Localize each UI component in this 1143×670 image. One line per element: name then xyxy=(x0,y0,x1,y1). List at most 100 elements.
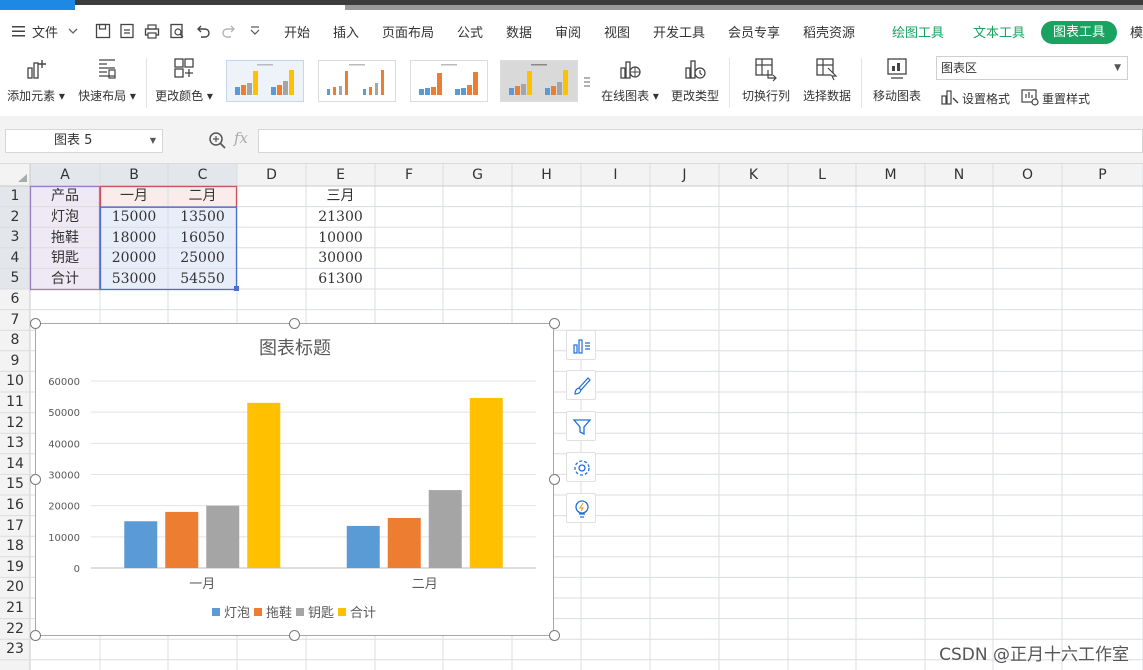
cell-B1[interactable]: 一月 xyxy=(100,186,168,206)
row-header-16[interactable]: 16 xyxy=(0,495,30,516)
cell-B2[interactable]: 15000 xyxy=(100,207,168,227)
cell-E3[interactable]: 10000 xyxy=(306,228,375,248)
column-header-K[interactable]: K xyxy=(719,164,788,186)
row-header-5[interactable]: 5 xyxy=(0,268,30,289)
print-icon[interactable] xyxy=(143,22,161,40)
tab-member[interactable]: 会员专享 xyxy=(728,22,780,41)
file-menu[interactable]: 文件 xyxy=(32,22,58,41)
legend-entry[interactable]: 钥匙 xyxy=(308,606,334,621)
row-header-17[interactable]: 17 xyxy=(0,516,30,537)
hamburger-menu-icon[interactable] xyxy=(10,22,28,40)
chart-elements-button[interactable] xyxy=(566,330,596,360)
cell-A5[interactable]: 合计 xyxy=(30,269,100,289)
cell-E2[interactable]: 21300 xyxy=(306,207,375,227)
export-pdf-icon[interactable] xyxy=(118,22,136,40)
column-header-C[interactable]: C xyxy=(168,164,237,186)
chevron-down-icon[interactable] xyxy=(64,22,82,40)
row-header-22[interactable]: 22 xyxy=(0,619,30,640)
change-type-button[interactable]: 更改类型 xyxy=(666,54,724,114)
column-header-M[interactable]: M xyxy=(856,164,925,186)
cell-E5[interactable]: 61300 xyxy=(306,269,375,289)
cell-C4[interactable]: 25000 xyxy=(168,248,237,268)
column-header-P[interactable]: P xyxy=(1062,164,1143,186)
cell-C5[interactable]: 54550 xyxy=(168,269,237,289)
quick-layout-button[interactable]: 快速布局 ▾ xyxy=(74,54,140,114)
cell-A2[interactable]: 灯泡 xyxy=(30,207,100,227)
chart-filter-button[interactable] xyxy=(566,411,596,441)
move-chart-button[interactable]: 移动图表 xyxy=(867,54,927,114)
row-header-20[interactable]: 20 xyxy=(0,577,30,598)
chart-style-thumbnail-3[interactable] xyxy=(410,60,488,102)
cell-E4[interactable]: 30000 xyxy=(306,248,375,268)
column-header-D[interactable]: D xyxy=(237,164,306,186)
row-header-19[interactable]: 19 xyxy=(0,557,30,578)
tab-page-layout[interactable]: 页面布局 xyxy=(382,22,434,41)
row-header-11[interactable]: 11 xyxy=(0,392,30,413)
name-box[interactable]: 图表 5 ▼ xyxy=(5,129,163,153)
cell-C1[interactable]: 二月 xyxy=(168,186,237,206)
resize-handle-top[interactable] xyxy=(289,318,300,329)
set-format-icon[interactable] xyxy=(940,88,960,106)
tab-data[interactable]: 数据 xyxy=(506,22,532,41)
resize-handle-bottom-right[interactable] xyxy=(549,630,560,641)
print-preview-icon[interactable] xyxy=(168,22,186,40)
column-header-I[interactable]: I xyxy=(581,164,650,186)
select-data-button[interactable]: 选择数据 xyxy=(799,54,855,114)
row-header-15[interactable]: 15 xyxy=(0,474,30,495)
column-header-J[interactable]: J xyxy=(650,164,719,186)
tab-insert[interactable]: 插入 xyxy=(333,22,359,41)
resize-handle-top-right[interactable] xyxy=(549,318,560,329)
active-document-tab[interactable] xyxy=(0,0,75,10)
change-color-button[interactable]: 更改颜色 ▾ xyxy=(152,54,216,114)
chart-style-thumbnail-4[interactable] xyxy=(500,60,578,102)
resize-handle-bottom[interactable] xyxy=(289,630,300,641)
cell-A3[interactable]: 拖鞋 xyxy=(30,228,100,248)
reset-style-icon[interactable] xyxy=(1020,88,1040,106)
tab-docer-resources[interactable]: 稻壳资源 xyxy=(803,22,855,41)
reset-style-button[interactable]: 重置样式 xyxy=(1042,90,1090,107)
row-header-7[interactable]: 7 xyxy=(0,310,30,331)
set-format-button[interactable]: 设置格式 xyxy=(962,90,1010,107)
bar-拖鞋-一月[interactable] xyxy=(165,511,199,568)
bar-灯泡-一月[interactable] xyxy=(124,521,158,568)
column-header-E[interactable]: E xyxy=(306,164,375,186)
zoom-icon[interactable] xyxy=(207,130,227,150)
row-header-21[interactable]: 21 xyxy=(0,598,30,619)
row-header-3[interactable]: 3 xyxy=(0,227,30,248)
bar-合计-一月[interactable] xyxy=(247,402,281,568)
column-header-F[interactable]: F xyxy=(375,164,443,186)
row-header-10[interactable]: 10 xyxy=(0,371,30,392)
row-header-9[interactable]: 9 xyxy=(0,351,30,372)
redo-icon[interactable] xyxy=(220,22,238,40)
tab-developer[interactable]: 开发工具 xyxy=(653,22,705,41)
tab-formulas[interactable]: 公式 xyxy=(457,22,483,41)
chart-element-select[interactable]: 图表区 ▼ xyxy=(936,56,1128,80)
resize-handle-right[interactable] xyxy=(549,474,560,485)
column-header-O[interactable]: O xyxy=(993,164,1062,186)
row-header-2[interactable]: 2 xyxy=(0,207,30,228)
chart-style-thumbnail-2[interactable] xyxy=(318,60,396,102)
resize-handle-bottom-left[interactable] xyxy=(30,630,41,641)
resize-handle-top-left[interactable] xyxy=(30,318,41,329)
cell-E1[interactable]: 三月 xyxy=(306,186,375,206)
fx-icon[interactable]: fx xyxy=(234,129,248,147)
cell-C3[interactable]: 16050 xyxy=(168,228,237,248)
cell-B5[interactable]: 53000 xyxy=(100,269,168,289)
column-header-G[interactable]: G xyxy=(443,164,512,186)
formula-input[interactable] xyxy=(258,129,1143,153)
chart-style-button[interactable] xyxy=(566,370,596,400)
legend-entry[interactable]: 合计 xyxy=(350,606,376,621)
row-header-13[interactable]: 13 xyxy=(0,433,30,454)
bar-钥匙-一月[interactable] xyxy=(206,505,240,568)
add-element-button[interactable]: 添加元素 ▾ xyxy=(4,54,68,114)
column-header-H[interactable]: H xyxy=(512,164,581,186)
chart-title[interactable]: 图表标题 xyxy=(259,338,331,359)
legend-entry[interactable]: 拖鞋 xyxy=(266,605,292,621)
row-header-1[interactable]: 1 xyxy=(0,186,30,207)
row-header-12[interactable]: 12 xyxy=(0,413,30,434)
undo-icon[interactable] xyxy=(194,22,212,40)
bar-灯泡-二月[interactable] xyxy=(346,525,380,568)
row-header-14[interactable]: 14 xyxy=(0,454,30,475)
more-styles-icon[interactable] xyxy=(582,72,592,92)
cell-A4[interactable]: 钥匙 xyxy=(30,248,100,268)
